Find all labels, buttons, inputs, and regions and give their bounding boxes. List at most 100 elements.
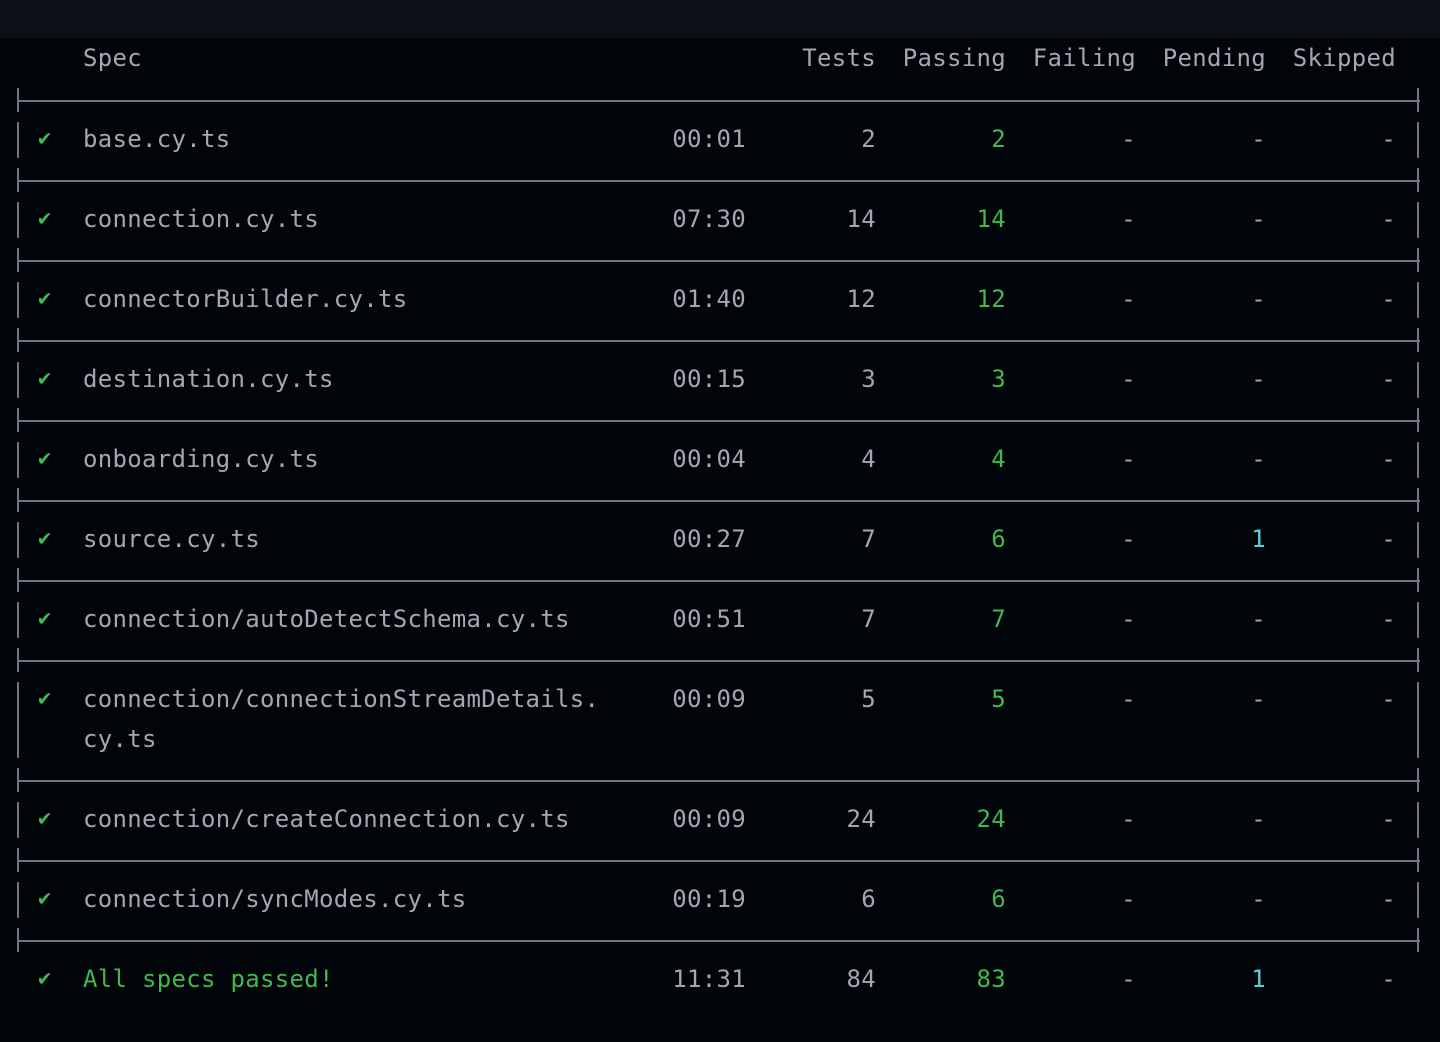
- skipped-count: -: [1381, 125, 1396, 153]
- border-tick: [17, 860, 19, 872]
- row-divider: [17, 500, 1420, 502]
- checkmark-icon: ✔: [38, 686, 52, 711]
- row-side-border: [17, 602, 19, 638]
- skipped-count: -: [1381, 445, 1396, 473]
- spec-name: connection/createConnection.cy.ts: [83, 805, 570, 833]
- border-tick: [1417, 648, 1419, 660]
- spec-duration: 07:30: [672, 205, 746, 233]
- checkmark-icon: ✔: [38, 606, 52, 631]
- spec-duration: 00:09: [672, 805, 746, 833]
- spec-name: source.cy.ts: [83, 525, 260, 553]
- summary-pending: 1: [1251, 965, 1266, 993]
- border-tick: [17, 100, 19, 112]
- checkmark-icon: ✔: [38, 886, 52, 911]
- border-tick: [17, 88, 19, 100]
- pending-count: -: [1251, 205, 1266, 233]
- tests-count: 2: [861, 125, 876, 153]
- row-side-border: [17, 122, 19, 158]
- failing-count: -: [1121, 445, 1136, 473]
- border-tick: [1417, 180, 1419, 192]
- summary-time: 11:31: [672, 965, 746, 993]
- row-side-border: [1417, 282, 1419, 318]
- border-tick: [1417, 928, 1419, 940]
- passing-count: 2: [991, 125, 1006, 153]
- checkmark-icon: ✔: [38, 286, 52, 311]
- border-tick: [1417, 860, 1419, 872]
- row-side-border: [17, 282, 19, 318]
- failing-count: -: [1121, 685, 1136, 713]
- passing-count: 6: [991, 525, 1006, 553]
- border-tick: [17, 500, 19, 512]
- header-spec: Spec: [83, 44, 142, 72]
- border-tick: [1417, 260, 1419, 272]
- border-tick: [17, 248, 19, 260]
- spec-name: base.cy.ts: [83, 125, 231, 153]
- skipped-count: -: [1381, 605, 1396, 633]
- passing-count: 12: [976, 285, 1006, 313]
- spec-name: connection/connectionStreamDetails.: [83, 685, 600, 713]
- checkmark-icon: ✔: [38, 806, 52, 831]
- passing-count: 14: [976, 205, 1006, 233]
- pending-count: -: [1251, 125, 1266, 153]
- tests-count: 3: [861, 365, 876, 393]
- checkmark-icon: ✔: [38, 126, 52, 151]
- row-side-border: [17, 362, 19, 398]
- checkmark-icon: ✔: [38, 206, 52, 231]
- checkmark-icon: ✔: [38, 366, 52, 391]
- tests-count: 12: [846, 285, 876, 313]
- skipped-count: -: [1381, 205, 1396, 233]
- failing-count: -: [1121, 805, 1136, 833]
- row-side-border: [1417, 522, 1419, 558]
- border-tick: [1417, 88, 1419, 100]
- tests-count: 24: [846, 805, 876, 833]
- summary-label: All specs passed!: [83, 965, 334, 993]
- pending-count: -: [1251, 605, 1266, 633]
- summary-skipped: -: [1381, 965, 1396, 993]
- passing-count: 3: [991, 365, 1006, 393]
- checkmark-icon: ✔: [38, 446, 52, 471]
- skipped-count: -: [1381, 885, 1396, 913]
- border-tick: [1417, 780, 1419, 792]
- border-tick: [17, 780, 19, 792]
- row-divider: [17, 260, 1420, 262]
- row-divider: [17, 860, 1420, 862]
- row-side-border: [1417, 122, 1419, 158]
- spec-name: connection.cy.ts: [83, 205, 319, 233]
- pending-count: -: [1251, 685, 1266, 713]
- border-tick: [1417, 340, 1419, 352]
- header-tests: Tests: [802, 44, 876, 72]
- border-tick: [17, 660, 19, 672]
- border-tick: [1417, 488, 1419, 500]
- border-tick: [1417, 768, 1419, 780]
- border-tick: [1417, 580, 1419, 592]
- skipped-count: -: [1381, 365, 1396, 393]
- border-tick: [1417, 328, 1419, 340]
- row-side-border: [1417, 802, 1419, 838]
- checkmark-icon: ✔: [38, 966, 52, 991]
- header-failing: Failing: [1032, 44, 1136, 72]
- pending-count: -: [1251, 805, 1266, 833]
- border-tick: [1417, 848, 1419, 860]
- border-tick: [1417, 100, 1419, 112]
- header-passing: Passing: [902, 44, 1006, 72]
- row-divider: [17, 940, 1420, 942]
- skipped-count: -: [1381, 805, 1396, 833]
- border-tick: [17, 648, 19, 660]
- row-side-border: [1417, 202, 1419, 238]
- border-tick: [17, 340, 19, 352]
- spec-duration: 00:51: [672, 605, 746, 633]
- row-side-border: [1417, 362, 1419, 398]
- border-tick: [1417, 248, 1419, 260]
- row-side-border: [17, 802, 19, 838]
- passing-count: 5: [991, 685, 1006, 713]
- row-side-border: [17, 882, 19, 918]
- border-tick: [17, 928, 19, 940]
- border-tick: [17, 768, 19, 780]
- spec-duration: 01:40: [672, 285, 746, 313]
- row-divider: [17, 180, 1420, 182]
- border-tick: [1417, 168, 1419, 180]
- skipped-count: -: [1381, 525, 1396, 553]
- row-side-border: [17, 202, 19, 238]
- header-skipped: Skipped: [1292, 44, 1396, 72]
- border-tick: [1417, 408, 1419, 420]
